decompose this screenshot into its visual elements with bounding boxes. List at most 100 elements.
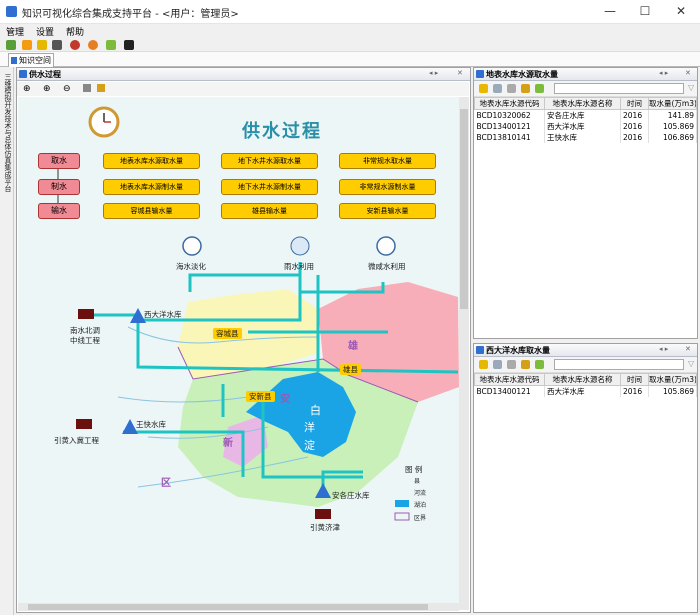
legend-border-swatch bbox=[394, 512, 410, 521]
edit-icon[interactable] bbox=[507, 360, 516, 369]
make-ground-button[interactable]: 地下水井水源制水量 bbox=[221, 179, 318, 195]
copy-icon[interactable] bbox=[493, 84, 502, 93]
panel1-nav-icon[interactable]: ◂ ▸ bbox=[659, 69, 668, 77]
region-char-xin: 新 bbox=[223, 438, 233, 449]
chart-icon[interactable] bbox=[535, 360, 544, 369]
panel2-toolbar: ▽ bbox=[474, 357, 697, 373]
column-header[interactable]: 地表水库水源名称 bbox=[544, 373, 621, 386]
folder-icon[interactable] bbox=[37, 40, 47, 50]
filter-icon[interactable]: ▽ bbox=[688, 359, 694, 368]
export-icon[interactable] bbox=[97, 84, 105, 92]
flow-take-button[interactable]: 取水 bbox=[38, 153, 80, 169]
column-header[interactable]: 地表水库水源名称 bbox=[544, 97, 621, 110]
print-icon[interactable] bbox=[83, 84, 91, 92]
panel2-nav-icon[interactable]: ◂ ▸ bbox=[659, 345, 668, 353]
panel1-search-input[interactable] bbox=[554, 83, 684, 94]
county-anxin-label[interactable]: 安新县 bbox=[246, 391, 275, 402]
table-row[interactable]: BCD10320062 安各庄水库 2016 141.89 bbox=[474, 109, 697, 121]
vertical-scrollbar[interactable] bbox=[459, 97, 469, 610]
panel1-close-icon[interactable]: ✕ bbox=[685, 69, 691, 77]
yinhuang-jijin-icon bbox=[315, 509, 331, 519]
make-surface-button[interactable]: 地表水库水源制水量 bbox=[103, 179, 200, 195]
vertical-scroll-thumb[interactable] bbox=[460, 109, 468, 309]
panel-pin-icon[interactable]: ◂ ▸ bbox=[429, 69, 438, 77]
rss-icon[interactable] bbox=[22, 40, 32, 50]
menu-settings[interactable]: 设置 bbox=[36, 25, 54, 38]
deliver-anxin-button[interactable]: 安新县输水量 bbox=[339, 203, 436, 219]
project-nanshui2-label: 中线工程 bbox=[70, 336, 100, 345]
column-header[interactable]: 时间 bbox=[620, 97, 649, 110]
horizontal-scroll-thumb[interactable] bbox=[28, 604, 428, 610]
make-unconv-button[interactable]: 非常规水源制水量 bbox=[339, 179, 436, 195]
lock-icon[interactable] bbox=[52, 40, 62, 50]
panel1-header: 地表水库水源取水量 ◂ ▸ ✕ bbox=[474, 68, 697, 81]
home-icon[interactable] bbox=[6, 40, 16, 50]
column-header[interactable]: 取水量(万m3) bbox=[648, 97, 697, 110]
title-bar: 知识可视化综合集成支持平台 - <用户：管理员> — ☐ ✕ bbox=[0, 0, 700, 24]
close-button[interactable]: ✕ bbox=[672, 3, 690, 19]
cell: 2016 bbox=[620, 132, 649, 143]
monitor-icon[interactable] bbox=[124, 40, 134, 50]
link-icon[interactable] bbox=[70, 40, 80, 50]
surface-intake-panel: 地表水库水源取水量 ◂ ▸ ✕ ▽ 地表水库水源代码 地表水库水源名称 时间 取… bbox=[473, 67, 698, 339]
menu-help[interactable]: 帮助 bbox=[66, 25, 84, 38]
minimize-button[interactable]: — bbox=[601, 3, 619, 19]
side-collapsed-panel[interactable]: 三维模拟开发技术与总体仿真集成平台 bbox=[0, 67, 14, 615]
deliver-xiong-button[interactable]: 雄县输水量 bbox=[221, 203, 318, 219]
cell: 105.869 bbox=[648, 385, 697, 397]
zoom-in-icon[interactable]: ⊕ bbox=[43, 84, 51, 94]
flow-deliver-button[interactable]: 输水 bbox=[38, 203, 80, 219]
take-surface-button[interactable]: 地表水库水源取水量 bbox=[103, 153, 200, 169]
tab-knowledge-space[interactable]: 知识空间 bbox=[8, 53, 54, 67]
copy-icon[interactable] bbox=[493, 360, 502, 369]
cell: 西大洋水库 bbox=[544, 121, 621, 132]
cell: BCD13400121 bbox=[474, 121, 545, 132]
lake-char-bai: 白 bbox=[310, 404, 321, 417]
refresh-icon[interactable] bbox=[106, 40, 116, 50]
table-row[interactable]: BCD13810141 王快水库 2016 106.869 bbox=[474, 132, 697, 143]
column-header[interactable]: 地表水库水源代码 bbox=[474, 373, 545, 386]
cell: BCD10320062 bbox=[474, 109, 545, 121]
cell: 2016 bbox=[620, 109, 649, 121]
county-xiong-label[interactable]: 雄县 bbox=[340, 364, 361, 375]
column-header[interactable]: 取水量(万m3) bbox=[648, 373, 697, 386]
reservoir-xidayang-label: 西大洋水库 bbox=[144, 310, 182, 319]
reservoir-anzhuang-label: 安各庄水库 bbox=[332, 491, 370, 500]
zoom-fit-icon[interactable]: ⊕ bbox=[23, 84, 31, 94]
panel2-close-icon[interactable]: ✕ bbox=[685, 345, 691, 353]
export-icon[interactable] bbox=[521, 360, 530, 369]
zoom-out-icon[interactable]: ⊖ bbox=[63, 84, 71, 94]
source-rain-label: 雨水利用 bbox=[284, 262, 314, 271]
take-ground-button[interactable]: 地下水井水源取水量 bbox=[221, 153, 318, 169]
menu-bar: 管理 设置 帮助 bbox=[0, 24, 700, 38]
edit-icon[interactable] bbox=[507, 84, 516, 93]
export-icon[interactable] bbox=[521, 84, 530, 93]
sidebar-vertical-label: 三维模拟开发技术与总体仿真集成平台 bbox=[4, 73, 12, 192]
take-unconv-button[interactable]: 非常规水取水量 bbox=[339, 153, 436, 169]
diagram-canvas[interactable]: 供水过程 取水 制水 输水 地表水库水源取水量 地下水井水源取水量 非常规水取水… bbox=[18, 97, 459, 610]
deliver-rongcheng-button[interactable]: 容城县输水量 bbox=[103, 203, 200, 219]
desal-icon bbox=[182, 236, 202, 256]
window-title: 知识可视化综合集成支持平台 - <用户：管理员> bbox=[22, 9, 239, 20]
maximize-button[interactable]: ☐ bbox=[636, 3, 654, 19]
table-row[interactable]: BCD13400121 西大洋水库 2016 105.869 bbox=[474, 121, 697, 132]
county-rongcheng-label[interactable]: 容城县 bbox=[213, 328, 242, 339]
column-header[interactable]: 地表水库水源代码 bbox=[474, 97, 545, 110]
user-icon[interactable] bbox=[88, 40, 98, 50]
open-icon[interactable] bbox=[479, 84, 488, 93]
table-row[interactable]: BCD13400121 西大洋水库 2016 105.869 bbox=[474, 385, 697, 397]
flow-make-button[interactable]: 制水 bbox=[38, 179, 80, 195]
project-yinhuang-label: 引黄入冀工程 bbox=[54, 436, 99, 445]
region-char-qu: 区 bbox=[161, 478, 171, 489]
filter-icon[interactable]: ▽ bbox=[688, 83, 694, 92]
open-icon[interactable] bbox=[479, 360, 488, 369]
panel2-search-input[interactable] bbox=[554, 359, 684, 370]
xidayang-intake-panel: 西大洋水库取水量 ◂ ▸ ✕ ▽ 地表水库水源代码 地表水库水源名称 时间 取水… bbox=[473, 343, 698, 613]
cell: 2016 bbox=[620, 385, 649, 397]
column-header[interactable]: 时间 bbox=[620, 373, 649, 386]
chart-icon[interactable] bbox=[535, 84, 544, 93]
horizontal-scrollbar[interactable] bbox=[18, 603, 459, 611]
panel1-table: 地表水库水源代码 地表水库水源名称 时间 取水量(万m3) BCD1032006… bbox=[474, 97, 697, 143]
panel-close-icon[interactable]: ✕ bbox=[457, 69, 463, 77]
menu-manage[interactable]: 管理 bbox=[6, 25, 24, 38]
